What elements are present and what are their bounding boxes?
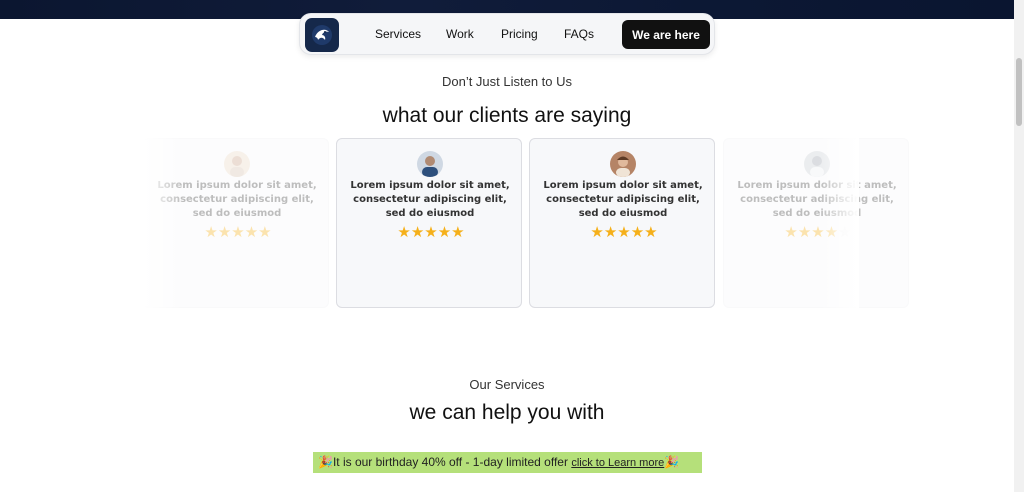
testimonial-card: Lorem ipsum dolor sit amet, consectetur …	[529, 138, 715, 308]
star-rating: ★★★★★	[198, 223, 278, 241]
testimonial-carousel[interactable]: Lorem ipsum dolor sit amet, consectetur …	[143, 138, 909, 310]
party-popper-icon: 🎉	[664, 455, 680, 469]
carousel-fade-right	[819, 138, 859, 310]
nav-link-services[interactable]: Services	[375, 27, 421, 41]
nav-link-faqs[interactable]: FAQs	[564, 27, 594, 41]
scrollbar-thumb[interactable]	[1016, 58, 1022, 126]
nav-link-work[interactable]: Work	[446, 27, 474, 41]
testimonial-text: Lorem ipsum dolor sit amet, consectetur …	[350, 180, 510, 219]
star-icon: ★	[410, 224, 425, 241]
star-icon: ★	[397, 224, 411, 241]
star-icon: ★	[603, 224, 618, 241]
learn-more-link[interactable]: click to Learn more	[571, 457, 664, 469]
testimonial-text: Lorem ipsum dolor sit amet, consectetur …	[543, 180, 703, 219]
star-rating: ★★★★★	[584, 223, 664, 241]
nav-link-pricing[interactable]: Pricing	[501, 27, 538, 41]
we-are-here-button[interactable]: We are here	[622, 20, 710, 49]
star-icon: ★	[244, 224, 259, 241]
star-rating: ★★★★★	[391, 223, 471, 241]
star-icon: ★	[451, 224, 465, 241]
star-icon: ★	[204, 224, 218, 241]
star-icon: ★	[784, 224, 798, 241]
party-popper-icon: 🎉	[318, 455, 333, 469]
carousel-fade-left	[143, 138, 183, 310]
offer-text: It is our birthday 40% off - 1-day limit…	[332, 455, 568, 469]
star-icon: ★	[617, 224, 631, 241]
testimonial-text: Lorem ipsum dolor sit amet, consectetur …	[737, 180, 897, 219]
testimonials-heading: what our clients are saying	[382, 104, 632, 127]
star-icon: ★	[437, 224, 452, 241]
brand-logo[interactable]	[305, 18, 339, 52]
star-icon: ★	[217, 224, 232, 241]
birthday-offer-banner: 🎉It is our birthday 40% off - 1-day limi…	[313, 452, 702, 473]
services-heading: we can help you with	[409, 401, 605, 424]
star-icon: ★	[258, 224, 272, 241]
star-icon: ★	[590, 224, 604, 241]
avatar	[417, 151, 443, 177]
eagle-logo-icon	[312, 25, 332, 45]
star-icon: ★	[424, 224, 438, 241]
services-eyebrow: Our Services	[469, 377, 545, 392]
testimonial-card: Lorem ipsum dolor sit amet, consectetur …	[723, 138, 909, 308]
avatar	[224, 151, 250, 177]
star-icon: ★	[630, 224, 645, 241]
star-icon: ★	[231, 224, 245, 241]
top-navbar: Services Work Pricing FAQs We are here	[299, 13, 715, 55]
star-icon: ★	[797, 224, 812, 241]
page-scrollbar[interactable]	[1014, 0, 1024, 492]
avatar	[610, 151, 636, 177]
testimonial-card: Lorem ipsum dolor sit amet, consectetur …	[336, 138, 522, 308]
star-icon: ★	[644, 224, 658, 241]
testimonials-eyebrow: Don’t Just Listen to Us	[441, 74, 573, 89]
